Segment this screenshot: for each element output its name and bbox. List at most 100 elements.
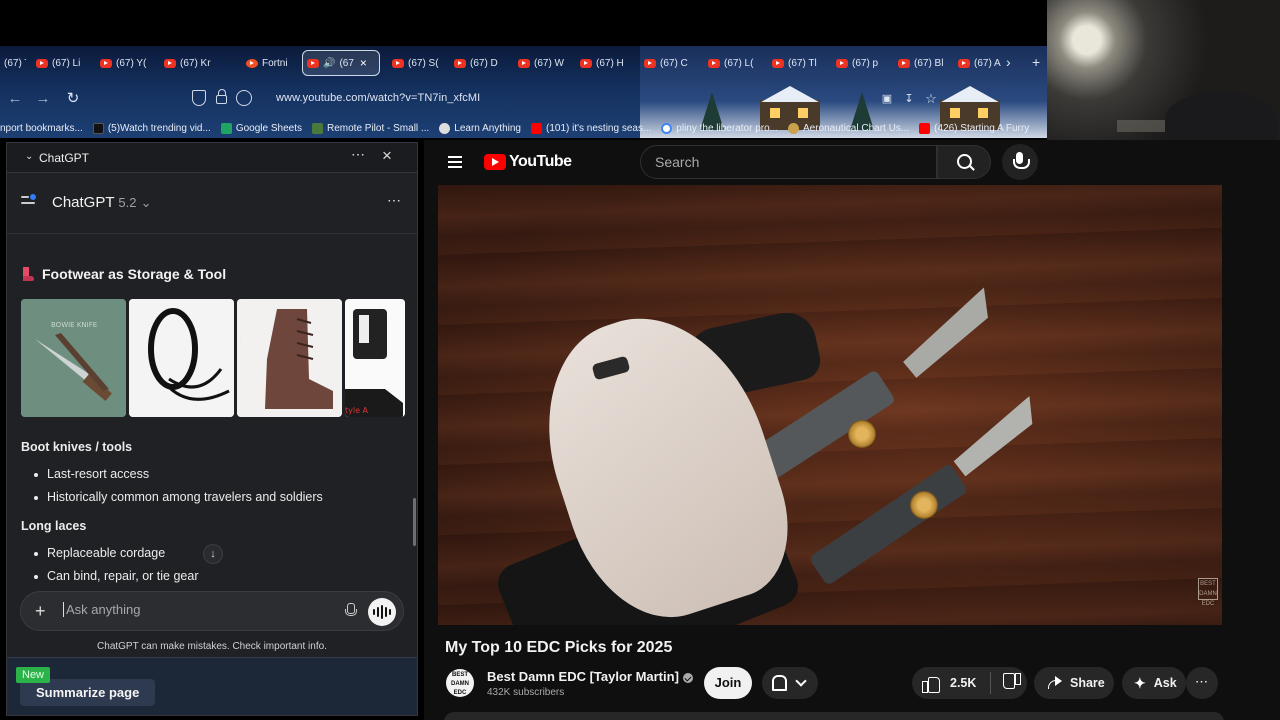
bowie-knife-image[interactable]: BOWIE KNIFE xyxy=(21,299,126,417)
tab-label: (67) Bl xyxy=(914,57,944,69)
channel-watermark[interactable]: BEST DAMN EDC xyxy=(1198,578,1218,607)
notification-bell-button[interactable] xyxy=(762,667,818,699)
join-button[interactable]: Join xyxy=(704,667,752,699)
voice-mode-button[interactable] xyxy=(368,598,396,626)
youtube-favicon-icon xyxy=(836,58,848,68)
youtube-favicon-icon xyxy=(898,58,910,68)
youtube-favicon-icon xyxy=(958,58,970,68)
browser-tab[interactable]: (67) C xyxy=(640,50,694,76)
youtube-favicon-icon xyxy=(580,58,592,68)
address-bar[interactable]: www.youtube.com/watch?v=TN7in_xfcMI xyxy=(276,92,480,104)
list-item: Can bind, repair, or tie gear xyxy=(33,569,199,583)
browser-tab[interactable]: (67) Bl xyxy=(894,50,948,76)
ankle-holster-image[interactable]: tyle A xyxy=(345,299,405,417)
browser-tab[interactable]: (67) S( xyxy=(388,50,442,76)
sidebar-more-icon[interactable]: ⋯ xyxy=(351,146,366,163)
sheets-icon xyxy=(220,122,232,134)
bookmark-item[interactable]: Remote Pilot - Small ... xyxy=(312,122,429,134)
add-attachment-icon[interactable]: + xyxy=(35,601,46,622)
forward-icon[interactable]: → xyxy=(32,88,54,110)
bookmark-item[interactable]: nport bookmarks... xyxy=(0,123,83,134)
close-tab-icon[interactable]: × xyxy=(360,56,367,70)
bookmark-item[interactable]: (426) Starting A Furry xyxy=(919,122,1029,134)
browser-tab[interactable]: (67) L( xyxy=(704,50,758,76)
new-badge: New xyxy=(16,667,51,683)
bookmark-item[interactable]: (5)Watch trending vid... xyxy=(92,122,211,134)
channel-name[interactable]: Best Damn EDC [Taylor Martin] xyxy=(487,669,693,684)
menu-icon[interactable] xyxy=(21,194,36,206)
permissions-icon[interactable] xyxy=(236,90,252,106)
channel-avatar[interactable]: BEST DAMN EDC xyxy=(446,669,474,697)
browser-tab[interactable]: (67) Li xyxy=(32,50,86,76)
sidebar-title: ChatGPT xyxy=(39,151,90,165)
webcam-person-cap xyxy=(1165,92,1277,146)
browser-tab[interactable]: Fortni xyxy=(242,50,296,76)
browser-tab[interactable]: (67) Tl xyxy=(768,50,822,76)
youtube-logo[interactable]: YouTube xyxy=(484,153,572,171)
message-input[interactable] xyxy=(63,602,323,617)
bookmark-star-icon[interactable]: ☆ xyxy=(920,88,942,110)
tracking-shield-icon[interactable] xyxy=(192,90,206,106)
subscriber-count: 432K subscribers xyxy=(487,687,565,698)
download-icon[interactable]: ↧ xyxy=(898,88,920,110)
bootlace-image[interactable] xyxy=(129,299,234,417)
close-icon[interactable]: × xyxy=(382,146,392,166)
tab-scroll-right-icon[interactable]: › xyxy=(1006,54,1011,70)
bookmark-item[interactable]: Google Sheets xyxy=(220,122,302,134)
browser-tab[interactable]: (67) W xyxy=(514,50,568,76)
ask-button[interactable]: ✦ Ask xyxy=(1122,667,1186,699)
share-label: Share xyxy=(1070,676,1105,690)
voice-search-button[interactable] xyxy=(1002,144,1038,180)
bookmark-item[interactable]: pliny the liberator pro... xyxy=(661,122,778,134)
scroll-down-icon[interactable]: ↓ xyxy=(203,544,223,564)
share-button[interactable]: Share xyxy=(1034,667,1114,699)
navigation-bar: ← → ↻ www.youtube.com/watch?v=TN7in_xfcM… xyxy=(0,86,1047,112)
youtube-favicon-icon xyxy=(530,122,542,134)
browser-tab-active[interactable]: 🔊 (67 × xyxy=(302,50,380,76)
youtube-favicon-icon xyxy=(36,58,48,68)
tab-label: (67) Li xyxy=(52,57,81,69)
tab-label: (67) W xyxy=(534,57,564,69)
chart-icon xyxy=(788,122,799,134)
sidebar-footer: Summarize page New xyxy=(7,657,417,715)
browser-tab[interactable]: (67) Y( xyxy=(96,50,150,76)
lace-up-boot-image[interactable] xyxy=(237,299,342,417)
more-actions-icon[interactable]: ⋯ xyxy=(1186,667,1218,699)
search-input[interactable] xyxy=(655,154,915,170)
browser-tab[interactable]: (67) Kr xyxy=(160,50,226,76)
collapse-chevron-icon[interactable]: ⌄ xyxy=(25,151,33,162)
section-heading-text: Footwear as Storage & Tool xyxy=(42,266,227,282)
description-box[interactable] xyxy=(444,712,1224,720)
microphone-icon[interactable] xyxy=(345,603,357,617)
tab-label: (67) C xyxy=(660,57,688,69)
browser-tab[interactable]: (67) H xyxy=(576,50,630,76)
bookmark-item[interactable]: Aeronautical Chart Us... xyxy=(788,122,909,134)
like-count[interactable]: 2.5K xyxy=(950,676,976,690)
tab-label: (67) Tl xyxy=(788,57,817,69)
dislike-icon[interactable] xyxy=(1003,675,1021,691)
browser-tab[interactable]: (67) Tl xyxy=(0,50,26,76)
picture-in-picture-icon[interactable]: ▣ xyxy=(876,88,898,110)
bookmark-item[interactable]: Learn Anything xyxy=(439,122,521,134)
browser-tab[interactable]: (67) A xyxy=(954,50,1002,76)
browser-tab[interactable]: (67) D xyxy=(450,50,504,76)
browser-tab[interactable]: (67) p xyxy=(832,50,886,76)
reload-icon[interactable]: ↻ xyxy=(62,88,84,110)
sidebar-scrollbar[interactable] xyxy=(413,498,416,546)
new-tab-icon[interactable]: + xyxy=(1032,54,1040,70)
hamburger-menu-icon[interactable] xyxy=(448,156,462,171)
model-selector[interactable]: ChatGPT 5.2 ⌄ xyxy=(52,194,152,211)
youtube-favicon-icon xyxy=(100,58,112,68)
bookmark-label: Google Sheets xyxy=(235,122,302,134)
lock-icon[interactable] xyxy=(216,89,227,104)
learn-anything-icon xyxy=(439,122,451,134)
summarize-page-button[interactable]: Summarize page xyxy=(20,679,156,706)
video-player[interactable]: BEST DAMN EDC xyxy=(438,185,1222,625)
divider xyxy=(990,672,992,694)
verified-icon xyxy=(682,672,693,683)
back-icon[interactable]: ← xyxy=(4,88,26,110)
bookmark-item[interactable]: (101) it's nesting seas... xyxy=(530,122,651,134)
search-button[interactable] xyxy=(937,145,991,179)
like-icon[interactable] xyxy=(922,675,940,693)
chat-options-icon[interactable]: ⋯ xyxy=(387,192,401,209)
